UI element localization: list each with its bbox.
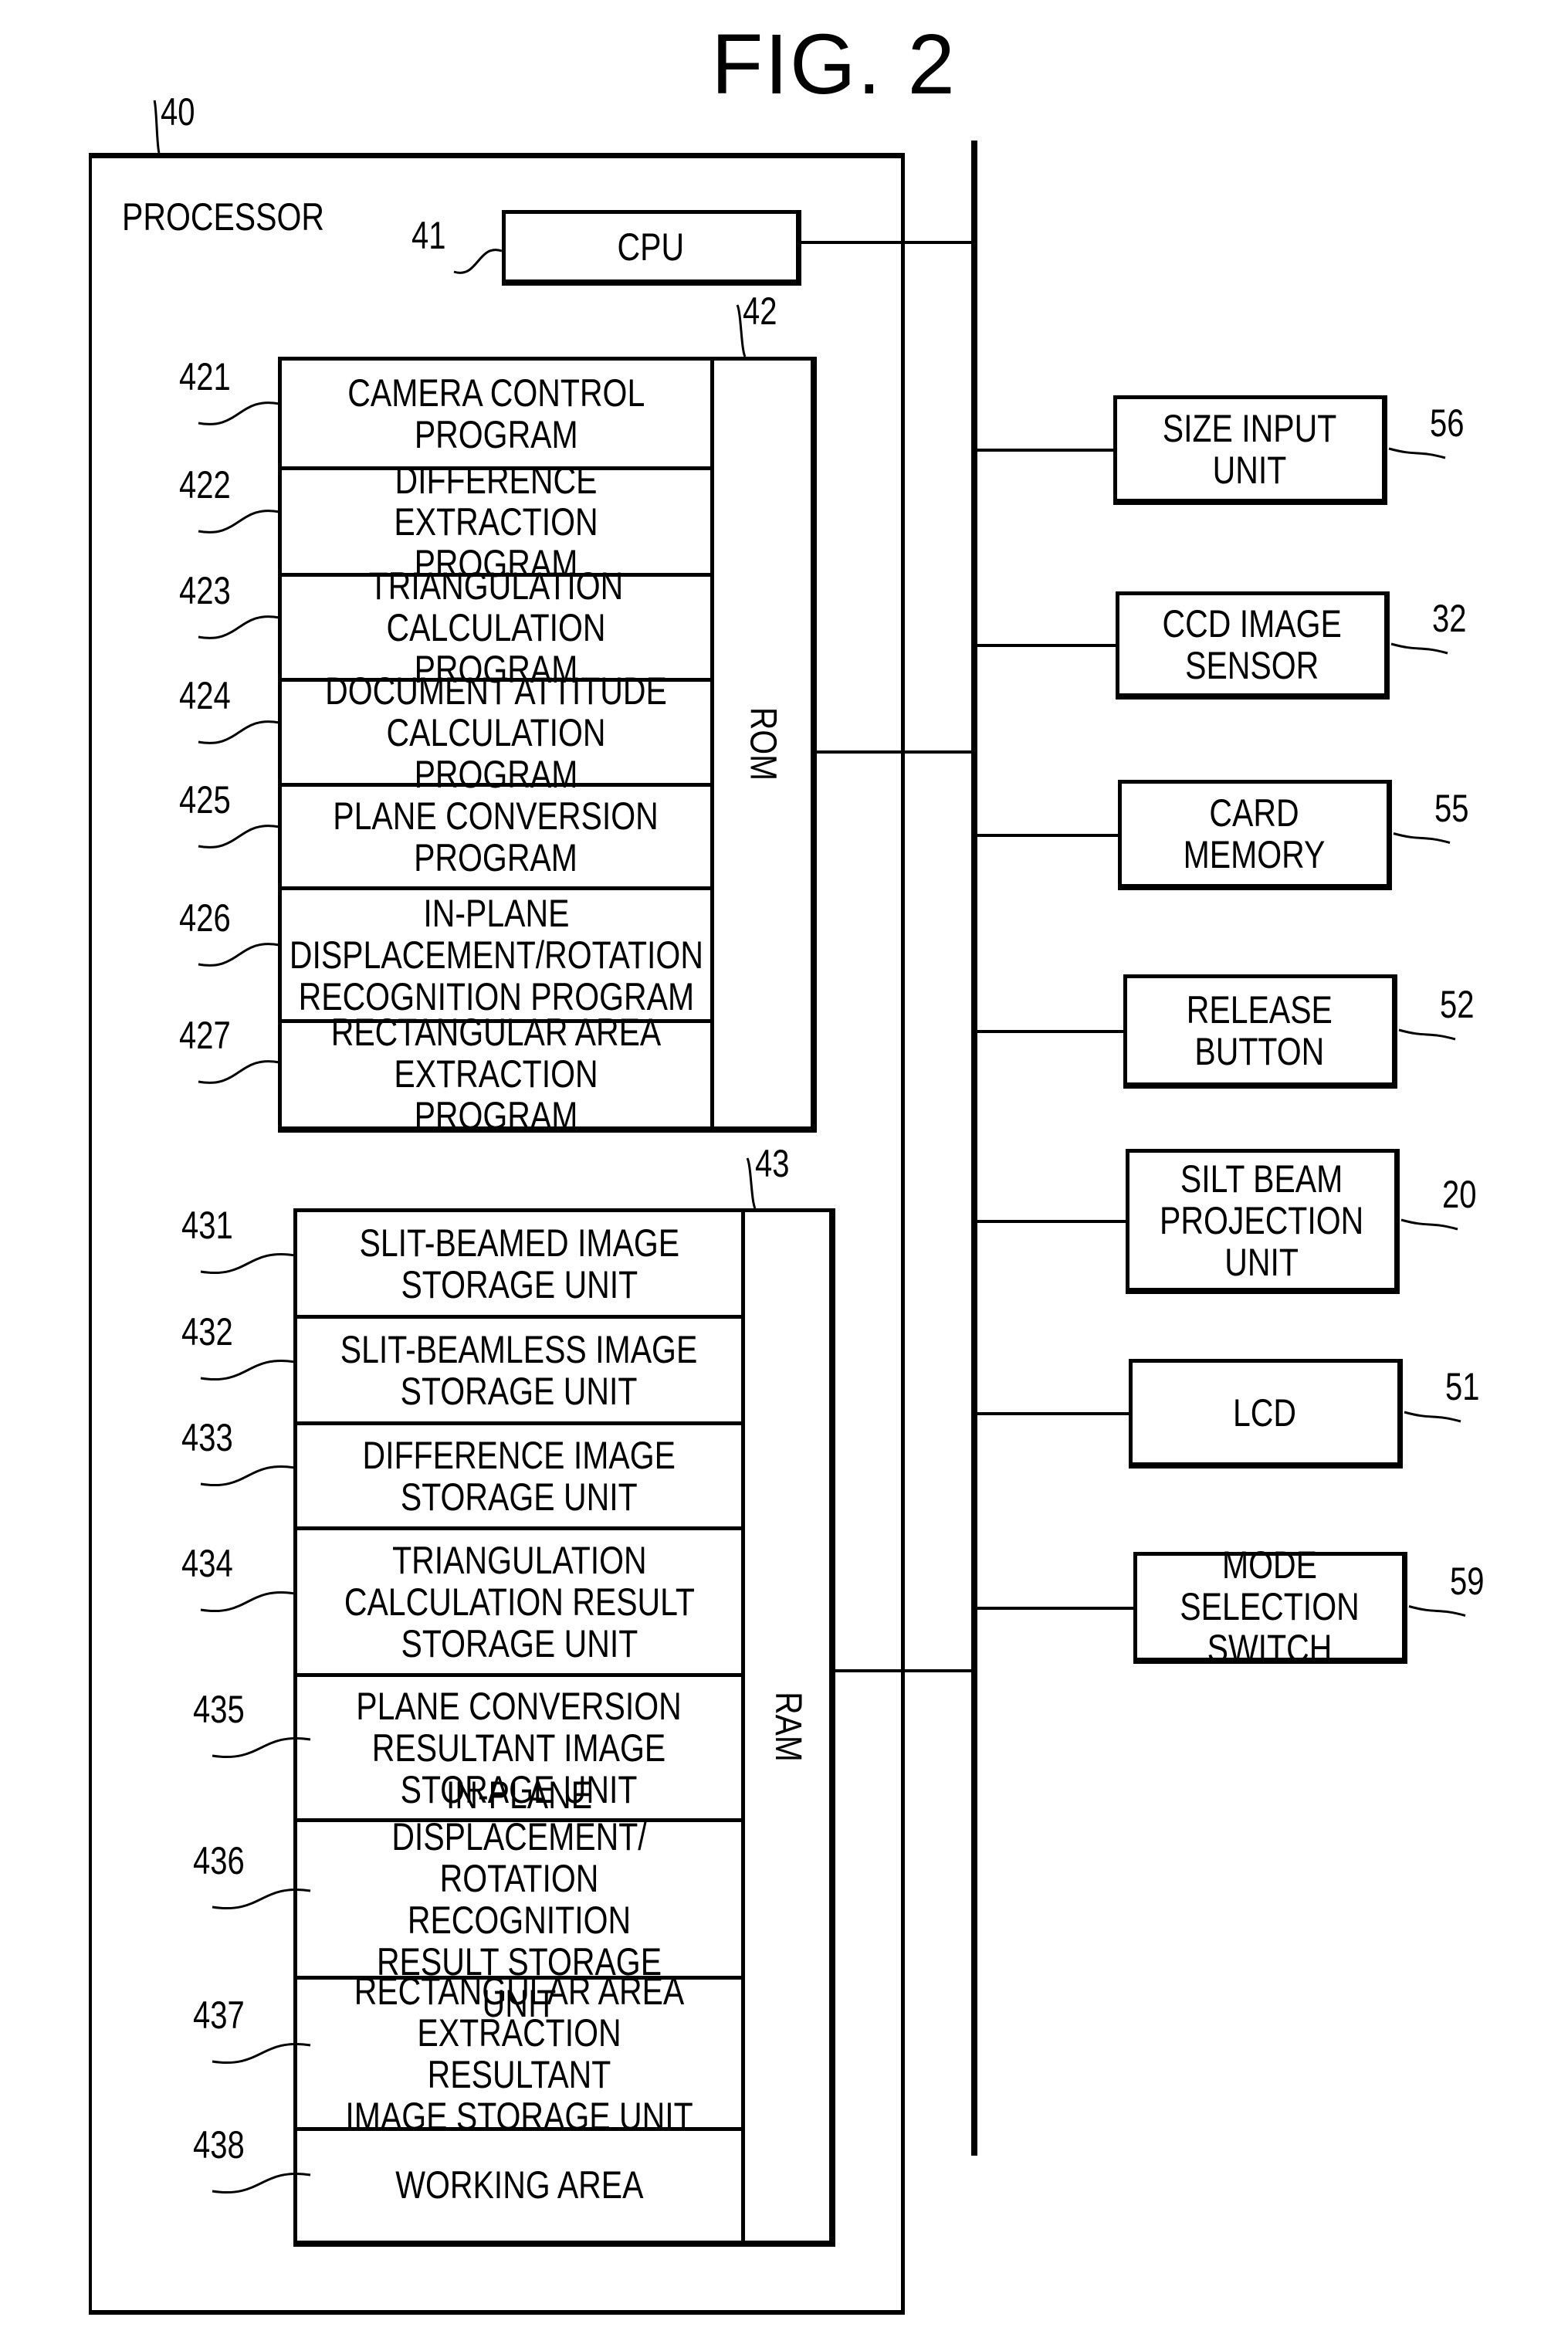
- leader-line: [1388, 447, 1446, 459]
- leader-line: [746, 1157, 757, 1209]
- leader-line: [1408, 1605, 1466, 1617]
- leader-line: [200, 1360, 296, 1380]
- ram-item-ref: 433: [181, 1416, 233, 1459]
- leader-line: [212, 2173, 311, 2193]
- rom-item-ref: 425: [179, 778, 231, 821]
- rom-item-ref: 421: [179, 355, 231, 398]
- leader-line: [1400, 1218, 1458, 1231]
- rom-item-ref: 427: [179, 1014, 231, 1057]
- leader-line: [198, 1060, 280, 1084]
- leader-line: [1390, 642, 1448, 655]
- leader-line: [200, 1591, 296, 1612]
- leader-line: [198, 615, 280, 639]
- ram-item-ref: 432: [181, 1310, 233, 1353]
- leader-line: [1404, 1411, 1461, 1423]
- leader-line: [212, 1737, 311, 1758]
- leader-line: [1393, 832, 1451, 844]
- rom-item-ref: 422: [179, 463, 231, 506]
- ram-item-ref: 431: [181, 1204, 233, 1247]
- leader-line: [200, 1465, 296, 1486]
- leader-line: [198, 943, 280, 967]
- leader-line: [198, 720, 280, 744]
- leader-line: [212, 2043, 311, 2064]
- leader-line: [212, 1889, 311, 1909]
- leader-line: [453, 249, 503, 274]
- ram-item-ref: 437: [193, 1994, 245, 2037]
- rom-item-ref: 423: [179, 569, 231, 612]
- leader-line: [736, 304, 747, 357]
- ram-item-ref: 436: [193, 1839, 245, 1882]
- leader-line: [198, 510, 280, 534]
- ram-item-ref: 438: [193, 2123, 245, 2166]
- leader-line: [198, 401, 280, 425]
- leader-line: [200, 1253, 296, 1274]
- ram-item-ref: 435: [193, 1688, 245, 1731]
- rom-item-ref: 424: [179, 674, 231, 717]
- leader-line: [198, 825, 280, 849]
- leader-line: [1398, 1028, 1456, 1041]
- leader-line: [153, 100, 161, 154]
- rom-item-ref: 426: [179, 896, 231, 940]
- ram-item-ref: 434: [181, 1542, 233, 1585]
